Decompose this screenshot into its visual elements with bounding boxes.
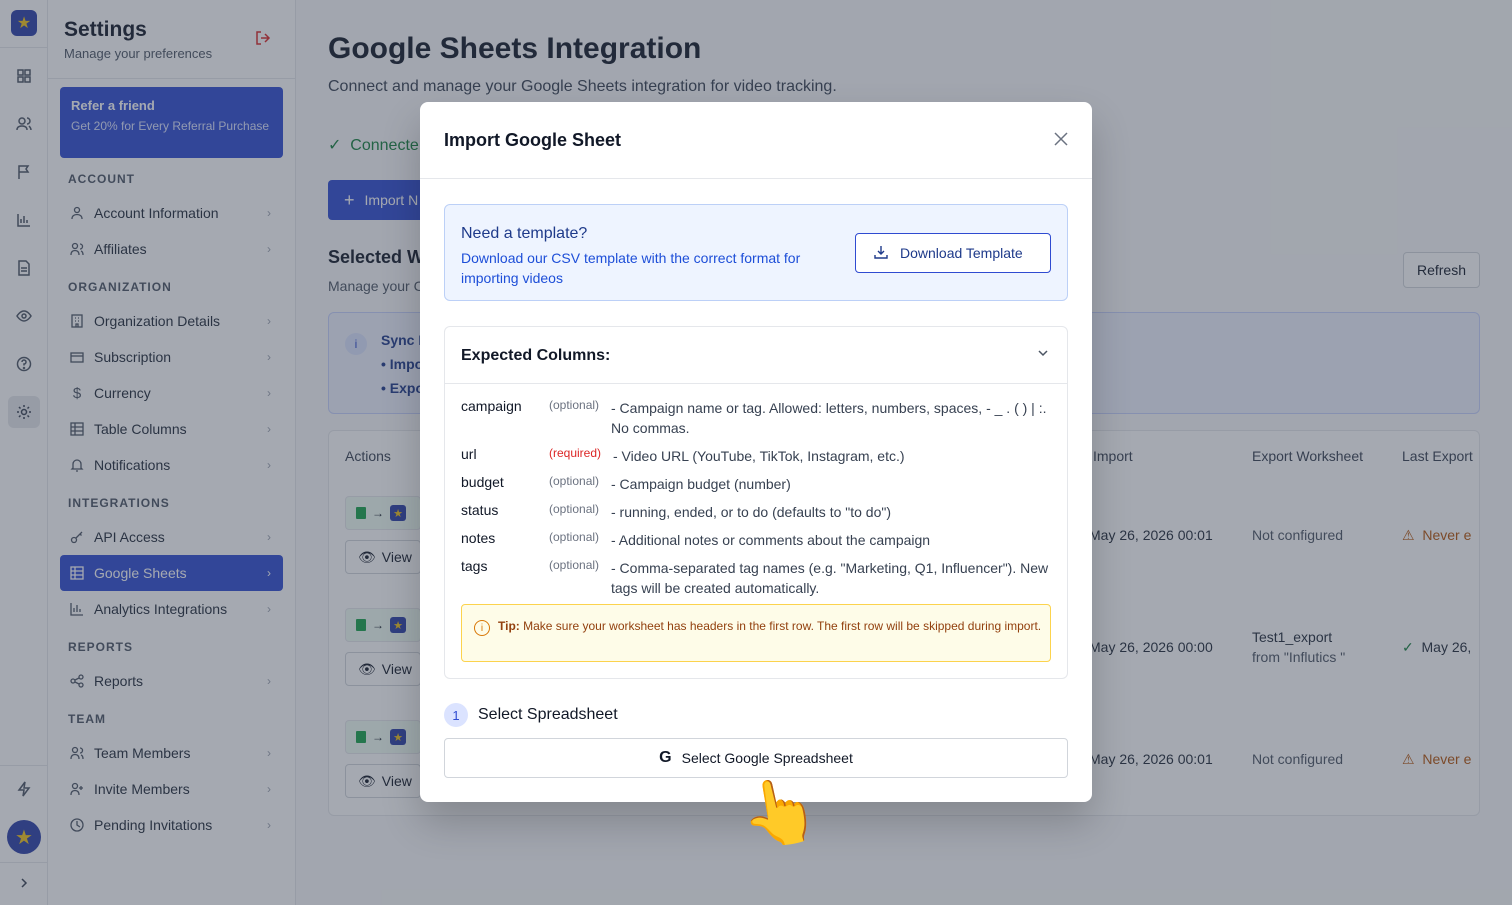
column-description: - Additional notes or comments about the… xyxy=(611,532,931,548)
pointing-hand-cursor-icon: 👆 xyxy=(734,769,826,855)
modal-header: Import Google Sheet xyxy=(420,102,1092,179)
tip-label: Tip: xyxy=(498,619,520,633)
tip-text: Tip: Make sure your worksheet has header… xyxy=(498,618,1043,634)
step-number: 1 xyxy=(444,703,468,727)
select-google-spreadsheet-button[interactable]: G Select Google Spreadsheet xyxy=(444,738,1068,778)
column-description: - running, ended, or to do (defaults to … xyxy=(611,504,891,520)
download-template-label: Download Template xyxy=(900,245,1023,261)
tip-body: Make sure your worksheet has headers in … xyxy=(523,619,1042,633)
template-title: Need a template? xyxy=(461,225,588,242)
column-flag: (optional) xyxy=(549,398,600,412)
column-flag: (optional) xyxy=(549,530,600,544)
step-label: Select Spreadsheet xyxy=(478,706,618,723)
template-text: Download our CSV template with the corre… xyxy=(461,250,801,286)
modal-title: Import Google Sheet xyxy=(444,130,622,150)
google-icon: G xyxy=(659,749,672,766)
column-flag: (optional) xyxy=(549,502,600,516)
chevron-down-icon xyxy=(1037,347,1049,362)
download-icon xyxy=(874,245,888,262)
column-description: - Campaign name or tag. Allowed: letters… xyxy=(611,400,1047,436)
expected-columns-title: Expected Columns: xyxy=(461,347,611,364)
expected-columns-panel: Expected Columns: campaign (optional) - … xyxy=(444,326,1068,679)
info-icon: i xyxy=(474,620,490,636)
column-flag: (optional) xyxy=(549,474,600,488)
column-description: - Campaign budget (number) xyxy=(611,476,791,492)
column-name: campaign xyxy=(461,398,522,414)
column-name: budget xyxy=(461,474,504,490)
template-callout: Need a template? Download our CSV templa… xyxy=(444,204,1068,301)
column-description: - Comma-separated tag names (e.g. "Marke… xyxy=(611,560,1049,596)
step-select-spreadsheet: 1 Select Spreadsheet xyxy=(444,703,618,727)
select-spreadsheet-label: Select Google Spreadsheet xyxy=(681,750,853,766)
column-name: url xyxy=(461,446,477,462)
download-template-button[interactable]: Download Template xyxy=(855,233,1051,273)
expected-columns-header[interactable]: Expected Columns: xyxy=(445,327,1067,384)
column-flag: (required) xyxy=(549,446,602,460)
column-description: - Video URL (YouTube, TikTok, Instagram,… xyxy=(613,448,905,464)
close-icon[interactable] xyxy=(1054,130,1068,151)
import-google-sheet-modal: Import Google Sheet Need a template? Dow… xyxy=(420,102,1092,802)
tip-callout: i Tip: Make sure your worksheet has head… xyxy=(461,604,1051,662)
column-name: notes xyxy=(461,530,496,546)
column-name: tags xyxy=(461,558,488,574)
column-flag: (optional) xyxy=(549,558,600,572)
column-name: status xyxy=(461,502,499,518)
